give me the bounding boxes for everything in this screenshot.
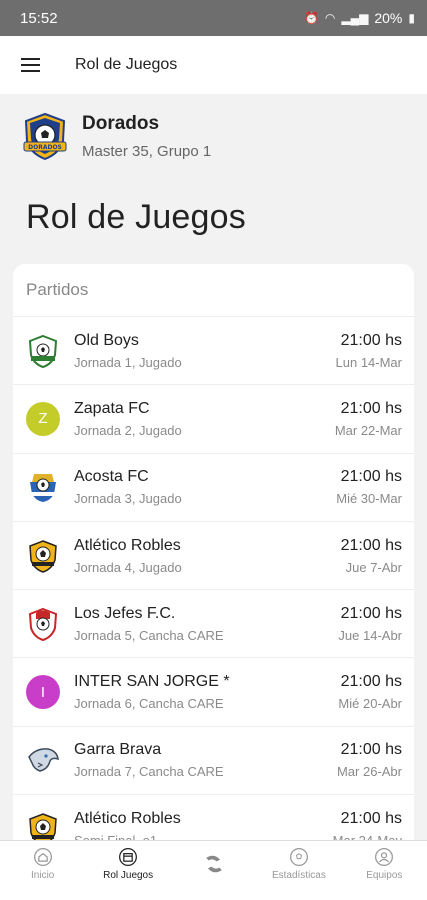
match-time: 21:00 hs [340,673,402,691]
wifi-icon: ◠ [324,11,336,25]
match-time: 21:00 hs [340,331,402,349]
app-logo-icon [205,855,222,872]
home-icon [33,847,52,866]
team-logo: DORADOS [23,112,67,161]
match-row[interactable]: I INTER SAN JORGE * Jornada 6, Cancha CARE… [13,658,414,727]
opponent-logo [26,334,60,368]
nav-item-equipos[interactable]: Equipos [342,841,427,886]
match-time: 21:00 hs [340,741,402,759]
team-name: Dorados [82,112,160,134]
opponent-logo [26,743,60,777]
nav-item-app-logo[interactable] [171,841,256,886]
signal-icon: ▂▄▆ [341,11,369,25]
team-logo-text: DORADOS [28,144,62,151]
opponent-name: Zapata FC [74,399,150,417]
team-header[interactable]: DORADOS Dorados Master 35, Grupo 1 [0,94,427,178]
opponent-logo [26,607,60,641]
nav-item-estadisticas[interactable]: Estadísticas [256,841,341,886]
match-date: Mar 26-Abr [336,764,402,780]
alarm-icon: ⏰ [303,11,319,25]
nav-item-rol-juegos[interactable]: Rol Juegos [85,841,170,886]
match-date: Mié 30-Mar [336,491,402,507]
card-title: Partidos [13,264,414,317]
battery-percent: 20% [374,10,403,26]
match-time: 21:00 hs [340,468,402,486]
nav-label: Estadísticas [271,869,326,881]
match-info: Jornada 3, Jugado [74,491,182,507]
soccer-ball-icon [289,847,308,866]
match-time: 21:00 hs [340,809,402,827]
matches-card: Partidos Old Boys Jornada 1, Jugado 21:00 … [13,264,414,854]
match-row[interactable]: Atlético Robles Jornada 4, Jugado 21:00 hs… [13,522,414,591]
person-icon [375,847,394,866]
hamburger-icon [20,64,40,66]
match-info: Jornada 5, Cancha CARE [74,627,224,643]
match-row[interactable]: Old Boys Jornada 1, Jugado 21:00 hs Lun 14-… [13,317,414,386]
match-date: Jue 7-Abr [345,559,402,575]
opponent-name: Atlético Robles [74,809,181,827]
match-time: 21:00 hs [340,399,402,417]
match-date: Jue 14-Abr [338,627,402,643]
opponent-name: Atlético Robles [74,536,181,554]
team-avatar: I [26,675,60,710]
match-list: Old Boys Jornada 1, Jugado 21:00 hs Lun 14-… [13,317,414,854]
system-nav-bar [0,886,427,900]
menu-button[interactable] [0,36,60,94]
opponent-name: INTER SAN JORGE * [74,673,230,691]
opponent-name: Los Jefes F.C. [74,604,176,622]
team-avatar: Z [26,401,60,436]
battery-icon: ▮ [408,11,415,25]
match-info: Jornada 4, Jugado [74,559,182,575]
match-date: Mar 22-Mar [334,422,402,438]
nav-label: Equipos [366,869,403,881]
opponent-name: Garra Brava [74,741,162,759]
calendar-icon [119,847,138,866]
nav-label: Rol Juegos [103,869,154,881]
match-row[interactable]: Acosta FC Jornada 3, Jugado 21:00 hs Mié 30… [13,454,414,522]
page-title: Rol de Juegos [26,198,246,236]
match-info: Jornada 7, Cancha CARE [74,764,224,780]
match-time: 21:00 hs [340,536,402,554]
match-date: Mié 20-Abr [338,696,402,712]
opponent-logo: Z [26,401,60,436]
match-row[interactable]: Z Zapata FC Jornada 2, Jugado 21:00 hs Mar 2… [13,385,414,454]
match-row[interactable]: Garra Brava Jornada 7, Cancha CARE 21:00 h… [13,727,414,796]
match-info: Jornada 1, Jugado [74,354,182,370]
nav-item-inicio[interactable]: Inicio [0,841,85,886]
opponent-logo: I [26,675,60,710]
match-info: Jornada 2, Jugado [74,422,182,438]
app-bar-title: Rol de Juegos [75,56,178,73]
bottom-nav: Inicio Rol Juegos Estadísticas Equipos [0,840,427,886]
nav-label: Inicio [31,869,55,881]
status-bar: 15:52 ⏰ ◠ ▂▄▆ 20% ▮ [0,0,427,36]
team-subtitle: Master 35, Grupo 1 [82,142,212,160]
opponent-logo [26,539,60,573]
match-row[interactable]: Los Jefes F.C. Jornada 5, Cancha CARE 21:0… [13,590,414,659]
opponent-name: Old Boys [74,331,139,349]
status-time: 15:52 [20,9,58,27]
opponent-name: Acosta FC [74,468,149,486]
app-bar: Rol de Juegos [0,36,427,94]
match-date: Lun 14-Mar [335,354,402,370]
match-time: 21:00 hs [340,604,402,622]
opponent-logo [26,470,60,504]
match-info: Jornada 6, Cancha CARE [74,696,224,712]
